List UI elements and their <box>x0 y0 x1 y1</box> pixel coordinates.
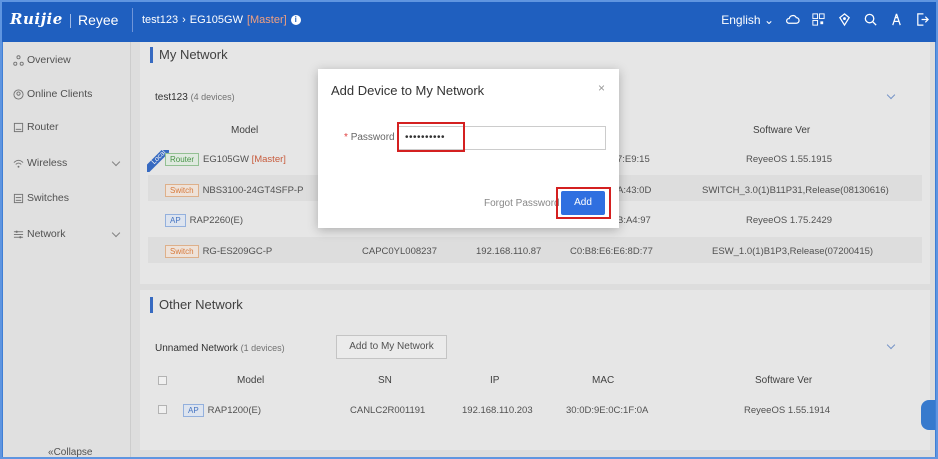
password-label-text: Password <box>350 132 395 143</box>
add-button-highlight <box>556 187 611 219</box>
qrcode-icon[interactable] <box>811 12 826 27</box>
logo-divider <box>70 14 71 28</box>
required-mark: * <box>344 132 348 143</box>
reyee-logo: Reyee <box>78 12 119 28</box>
forgot-password-link[interactable]: Forgot Password <box>484 198 560 209</box>
header-actions: English ⌄ <box>721 12 930 27</box>
ruijie-logo: Ruijie <box>10 10 63 28</box>
language-select[interactable]: English ⌄ <box>721 13 774 27</box>
master-label: [Master] <box>246 14 287 26</box>
cloud-icon[interactable] <box>785 12 800 27</box>
chevron-right-icon: › <box>182 14 186 26</box>
info-icon[interactable]: i <box>290 15 301 25</box>
password-highlight <box>397 122 465 152</box>
top-bar: Ruijie Reyee test123 › EG105GW [Master] … <box>0 0 938 42</box>
add-device-modal: Add Device to My Network × * Password ••… <box>318 69 619 228</box>
header-divider <box>132 8 133 32</box>
modal-title: Add Device to My Network <box>331 83 485 98</box>
tower-icon[interactable] <box>889 12 904 27</box>
breadcrumb-network[interactable]: test123 <box>142 14 178 26</box>
search-icon[interactable] <box>863 12 878 27</box>
password-label: * Password <box>344 132 395 143</box>
breadcrumb: test123 › EG105GW [Master] i <box>142 14 301 26</box>
logout-icon[interactable] <box>915 12 930 27</box>
breadcrumb-device[interactable]: EG105GW <box>190 14 243 26</box>
close-icon[interactable]: × <box>598 81 605 95</box>
language-label: English <box>721 12 761 27</box>
tool-icon[interactable] <box>837 12 852 27</box>
chevron-down-icon: ⌄ <box>763 12 774 27</box>
